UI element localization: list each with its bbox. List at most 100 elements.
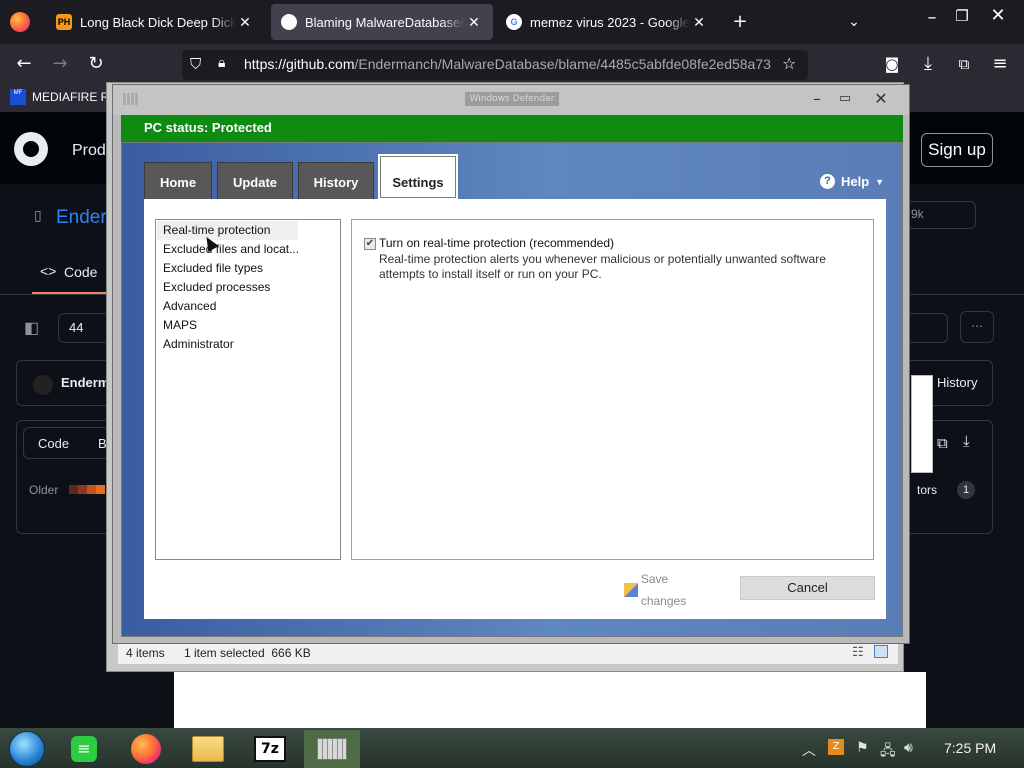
taskbar-app-firefox[interactable] (118, 730, 174, 768)
tab-title: Blaming MalwareDatabase/NoE (305, 14, 465, 30)
new-tab-button[interactable]: + (728, 10, 752, 34)
pocket-icon[interactable]: ◙ (880, 52, 904, 76)
tab-home[interactable]: Home (144, 162, 212, 199)
taskbar-app-7zip[interactable]: 7z (242, 730, 298, 768)
volume-icon[interactable]: 🔊︎ (904, 740, 913, 756)
defender-title-bar[interactable]: Windows Defender – ▭ ✕ (113, 85, 909, 115)
google-favicon-icon: G (506, 14, 522, 30)
action-center-flag-icon[interactable]: ⚑ (856, 740, 869, 756)
taskbar-app-notes[interactable]: ≡ (56, 730, 112, 768)
minimize-icon[interactable]: – (803, 87, 831, 111)
help-label: Help (841, 174, 870, 189)
browser-tab-3[interactable]: G memez virus 2023 - Google Sea ✕ (496, 4, 718, 40)
toggle-code[interactable]: Code (38, 436, 69, 451)
tab-update[interactable]: Update (217, 162, 293, 199)
browser-tab-2[interactable]: Blaming MalwareDatabase/NoE ✕ (271, 4, 493, 40)
downloads-icon[interactable]: ⤓ (916, 52, 940, 76)
tab-code[interactable]: Code (64, 264, 97, 280)
extensions-icon[interactable]: ⧉ (952, 52, 976, 76)
bookmark-star-icon[interactable]: ☆ (782, 54, 796, 73)
history-link[interactable]: History (937, 375, 977, 390)
real-time-protection-description: Real-time protection alerts you whenever… (379, 252, 826, 281)
explorer-scrollbar[interactable] (911, 375, 933, 473)
star-count: 9k (911, 207, 924, 221)
pc-status-bar: PC status: Protected (121, 115, 903, 142)
nav-item-advanced[interactable]: Advanced (157, 297, 216, 316)
nav-item-excluded-processes[interactable]: Excluded processes (157, 278, 270, 297)
github-favicon-icon (281, 14, 297, 30)
shield-icon[interactable]: ⛉ (190, 55, 201, 73)
defender-window: Windows Defender – ▭ ✕ PC status: Protec… (112, 84, 910, 644)
real-time-protection-label[interactable]: Turn on real-time protection (recommende… (379, 236, 614, 250)
help-menu[interactable]: ? Help ▼ (820, 174, 884, 189)
browser-tab-1[interactable]: PH Long Black Dick Deep Dicking | ✕ (46, 4, 264, 40)
close-tab-icon[interactable]: ✕ (690, 14, 708, 31)
restore-icon[interactable]: ❐ (950, 4, 974, 28)
close-icon[interactable]: ✕ (867, 87, 895, 111)
minimize-icon[interactable]: – (920, 6, 944, 30)
more-options-icon[interactable]: ⋯ (960, 311, 994, 343)
avatar[interactable] (33, 375, 53, 395)
tiles-view-icon[interactable] (874, 645, 888, 658)
github-logo-icon[interactable] (14, 132, 48, 166)
settings-nav-list: Real-time protection Excluded files and … (155, 219, 341, 560)
menu-icon[interactable]: ≡ (988, 52, 1012, 76)
lock-icon[interactable]: 🔒︎ (218, 55, 225, 71)
real-time-protection-checkbox[interactable]: ✔ (364, 238, 376, 250)
ph-favicon-icon: PH (56, 14, 72, 30)
tab-list-icon[interactable]: ⌄ (842, 10, 866, 34)
firefox-menu-icon[interactable] (10, 12, 30, 32)
url-path: /Endermanch/MalwareDatabase/blame/4485c5… (354, 56, 771, 72)
address-bar[interactable]: ⛉ 🔒︎ https://github.com/Endermanch/Malwa… (182, 50, 808, 80)
commit-author[interactable]: Enderm (61, 375, 109, 390)
tab-settings[interactable]: Settings (378, 154, 458, 200)
taskbar-app-defender[interactable] (304, 730, 360, 768)
bookmark-mediafire[interactable]: MF MEDIAFIRE RO (10, 89, 119, 105)
close-tab-icon[interactable]: ✕ (465, 14, 483, 31)
help-icon: ? (820, 174, 835, 189)
download-icon[interactable]: ⤓ (963, 433, 970, 450)
taskbar-app-explorer[interactable] (180, 730, 236, 768)
back-icon[interactable]: ← (12, 52, 36, 76)
chevron-down-icon: ▼ (875, 176, 885, 187)
nav-item-maps[interactable]: MAPS (157, 316, 197, 335)
repo-name[interactable]: Ender (56, 207, 107, 229)
save-changes-button[interactable]: Save changes (624, 572, 716, 608)
clock[interactable]: 7:25 PM (944, 740, 996, 756)
contributors-label[interactable]: tors (917, 483, 937, 497)
reload-icon[interactable]: ↻ (84, 52, 108, 76)
sign-up-button[interactable]: Sign up (921, 133, 993, 167)
blame-age-scale (69, 485, 105, 494)
explorer-file-area (174, 672, 926, 728)
url-text[interactable]: https://github.com/Endermanch/MalwareDat… (244, 56, 774, 72)
nav-item-excluded-files[interactable]: Excluded files and locat... (157, 240, 299, 259)
browser-tab-strip: PH Long Black Dick Deep Dicking | ✕ Blam… (0, 0, 1024, 44)
file-tree-icon[interactable]: ◧ (24, 318, 39, 338)
tab-title: Long Black Dick Deep Dicking | (80, 14, 236, 30)
close-window-icon[interactable]: ✕ (986, 4, 1010, 28)
start-button[interactable] (0, 730, 54, 768)
nav-item-administrator[interactable]: Administrator (157, 335, 234, 354)
tray-expand-icon[interactable]: ︿ (802, 740, 816, 760)
copy-icon[interactable]: ⧉ (937, 435, 948, 452)
network-icon[interactable]: 🖧︎ (880, 740, 896, 764)
tab-title: memez virus 2023 - Google Sea (530, 14, 690, 30)
folder-icon (192, 736, 224, 762)
nav-item-real-time-protection[interactable]: Real-time protection (157, 221, 298, 240)
settings-panel: Real-time protection Excluded files and … (144, 199, 886, 619)
maximize-icon[interactable]: ▭ (831, 87, 859, 111)
star-count-box[interactable]: 9k (904, 201, 976, 229)
tab-history[interactable]: History (298, 162, 374, 199)
details-view-icon[interactable]: ☷ (852, 644, 864, 660)
url-host: https://github.com (244, 56, 355, 72)
explorer-status-bar: 4 items 1 item selected 666 KB ☷ (118, 642, 898, 664)
cancel-button[interactable]: Cancel (740, 576, 875, 600)
nav-product[interactable]: Prod (72, 142, 106, 160)
older-label: Older (29, 483, 59, 497)
nav-item-excluded-file-types[interactable]: Excluded file types (157, 259, 263, 278)
forward-icon[interactable]: → (48, 52, 72, 76)
close-tab-icon[interactable]: ✕ (236, 14, 254, 31)
status-item-count: 4 items (126, 646, 165, 660)
tray-app-icon[interactable]: Z (828, 739, 844, 755)
7zip-icon: 7z (254, 736, 286, 762)
